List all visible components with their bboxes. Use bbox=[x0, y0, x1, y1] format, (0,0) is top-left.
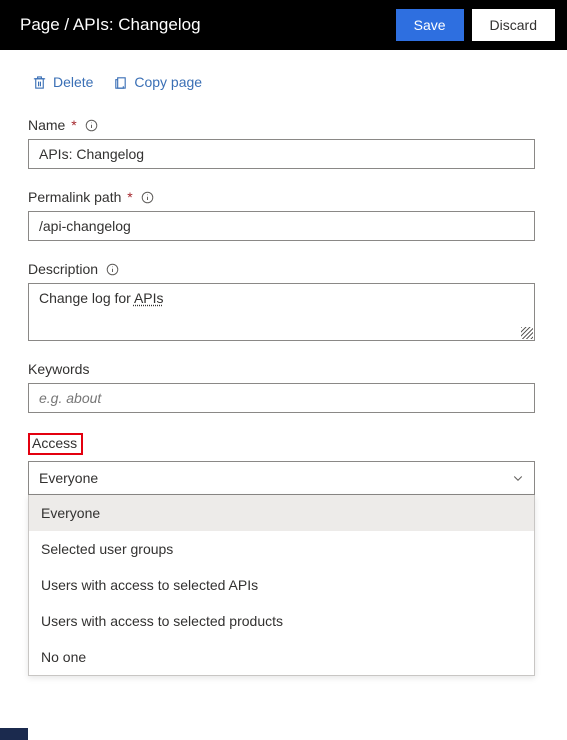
delete-label: Delete bbox=[53, 74, 93, 90]
description-field: Description Change log for APIs bbox=[28, 261, 535, 341]
permalink-label: Permalink path * bbox=[28, 189, 535, 205]
page-title: Page / APIs: Changelog bbox=[20, 15, 388, 35]
trash-icon bbox=[32, 75, 47, 90]
access-dropdown: Everyone Selected user groups Users with… bbox=[28, 495, 535, 676]
permalink-field: Permalink path * bbox=[28, 189, 535, 241]
chevron-down-icon bbox=[512, 472, 524, 484]
required-indicator: * bbox=[71, 117, 76, 133]
access-select[interactable]: Everyone bbox=[28, 461, 535, 495]
permalink-input[interactable] bbox=[28, 211, 535, 241]
copy-label: Copy page bbox=[134, 74, 202, 90]
name-input[interactable] bbox=[28, 139, 535, 169]
access-label: Access bbox=[32, 435, 77, 451]
keywords-input[interactable] bbox=[28, 383, 535, 413]
form: Name * Permalink path * Description Chan… bbox=[0, 93, 567, 676]
keywords-field: Keywords bbox=[28, 361, 535, 413]
access-field: Access Everyone Everyone Selected user g… bbox=[28, 433, 535, 676]
copy-icon bbox=[113, 75, 128, 90]
access-option[interactable]: Users with access to selected APIs bbox=[29, 567, 534, 603]
discard-button[interactable]: Discard bbox=[472, 9, 555, 41]
description-input[interactable]: Change log for APIs bbox=[28, 283, 535, 341]
info-icon[interactable] bbox=[85, 119, 98, 132]
toolbar: Delete Copy page bbox=[0, 50, 567, 93]
info-icon[interactable] bbox=[106, 263, 119, 276]
access-label-highlight: Access bbox=[28, 433, 83, 455]
required-indicator: * bbox=[127, 189, 132, 205]
description-link: APIs bbox=[134, 290, 164, 306]
name-field: Name * bbox=[28, 117, 535, 169]
keywords-label: Keywords bbox=[28, 361, 535, 377]
name-label: Name * bbox=[28, 117, 535, 133]
description-label: Description bbox=[28, 261, 535, 277]
copy-page-button[interactable]: Copy page bbox=[113, 74, 202, 90]
save-button[interactable]: Save bbox=[396, 9, 464, 41]
access-option[interactable]: No one bbox=[29, 639, 534, 675]
delete-button[interactable]: Delete bbox=[32, 74, 93, 90]
footer-strip bbox=[0, 728, 28, 740]
info-icon[interactable] bbox=[141, 191, 154, 204]
page-header: Page / APIs: Changelog Save Discard bbox=[0, 0, 567, 50]
access-option[interactable]: Everyone bbox=[29, 495, 534, 531]
access-option[interactable]: Users with access to selected products bbox=[29, 603, 534, 639]
description-input-wrap: Change log for APIs bbox=[28, 283, 535, 341]
access-selected-value: Everyone bbox=[39, 470, 98, 486]
access-option[interactable]: Selected user groups bbox=[29, 531, 534, 567]
